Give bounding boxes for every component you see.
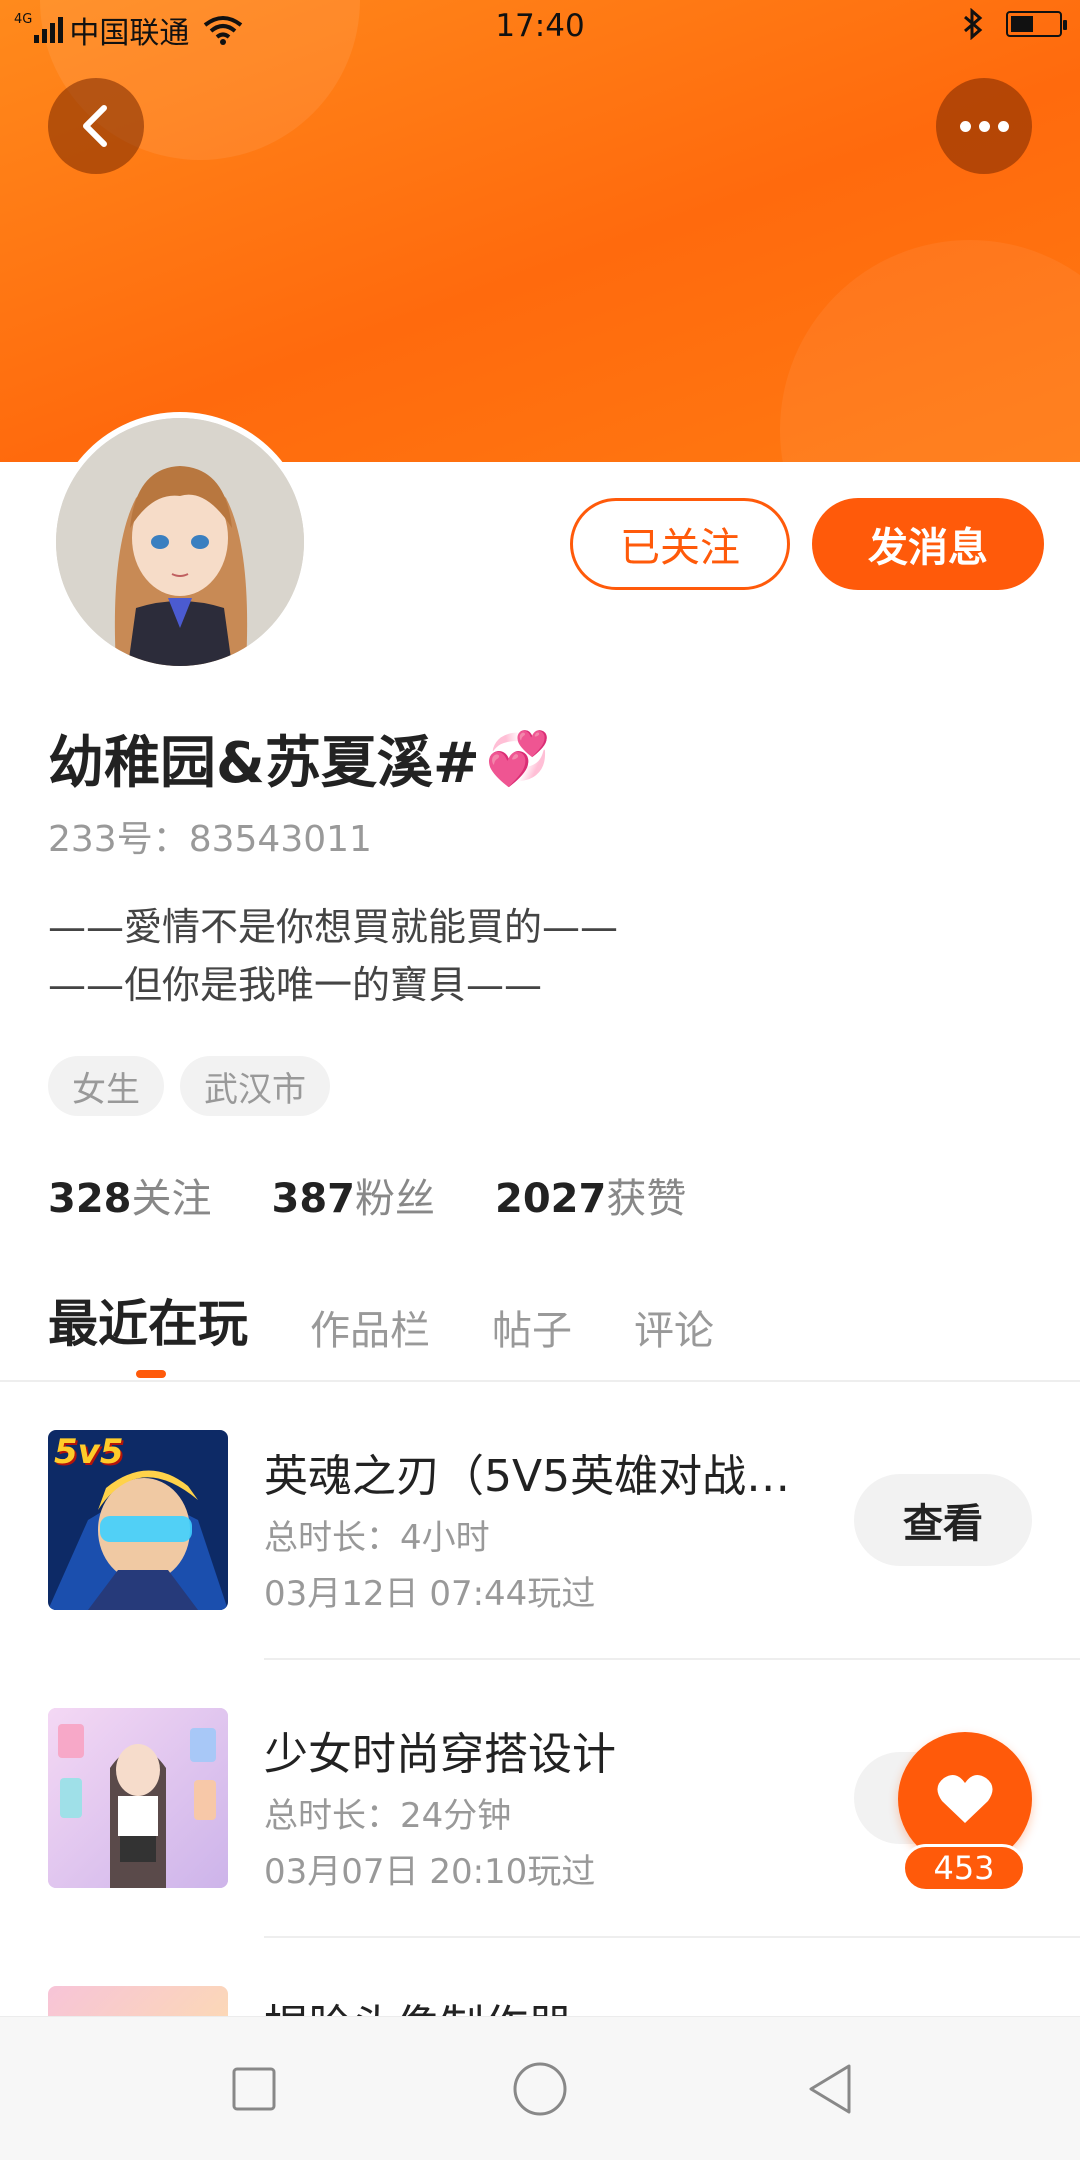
- like-count: 453: [902, 1844, 1026, 1892]
- stat-fans[interactable]: 387粉丝: [272, 1166, 436, 1224]
- status-time: 17:40: [495, 8, 585, 44]
- circle-icon: [513, 2062, 567, 2116]
- profile-tabs: 最近在玩 作品栏 帖子 评论: [48, 1284, 714, 1356]
- game-last-played: 03月07日 20:10玩过: [264, 1852, 596, 1892]
- recent-apps-button[interactable]: [222, 2057, 286, 2121]
- stats-row: 328关注 387粉丝 2027获赞: [48, 1166, 686, 1224]
- tab-works[interactable]: 作品栏: [310, 1298, 430, 1356]
- status-bar: 4G 中国联通 17:40: [0, 0, 1080, 56]
- game-title: 英魂之刃（5V5英雄对战…: [264, 1451, 791, 1502]
- back-nav-button[interactable]: [798, 2057, 862, 2121]
- avatar-image: [56, 418, 304, 666]
- game-duration: 总时长：24分钟: [264, 1796, 512, 1836]
- stat-following[interactable]: 328关注: [48, 1166, 212, 1224]
- avatar[interactable]: [50, 412, 310, 672]
- heart-emoji-icon: 💞: [485, 729, 551, 789]
- bio-line: ——愛情不是你想買就能買的——: [48, 905, 619, 949]
- game-thumbnail: 5v5: [48, 1430, 228, 1610]
- profile-banner: [0, 0, 1080, 462]
- more-button[interactable]: [936, 78, 1032, 174]
- tab-indicator: [136, 1370, 166, 1378]
- game-thumbnail: [48, 1708, 228, 1888]
- bluetooth-icon: [964, 8, 983, 40]
- more-dots-icon: [959, 120, 1009, 132]
- square-icon: [232, 2067, 276, 2111]
- home-button[interactable]: [508, 2057, 572, 2121]
- stat-label: 获赞: [606, 1176, 687, 1222]
- game-duration: 总时长：4小时: [264, 1518, 490, 1558]
- game-row[interactable]: 捏脸头像制作器: [48, 1986, 1048, 2016]
- game-thumbnail: [48, 1986, 228, 2016]
- triangle-back-icon: [809, 2064, 851, 2114]
- nickname-text: 幼稚园&苏夏溪#: [48, 731, 480, 796]
- game-row[interactable]: 5v5 英魂之刃（5V5英雄对战… 总时长：4小时 03月12日 07:44玩过…: [48, 1430, 1048, 1630]
- stat-likes: 2027获赞: [495, 1166, 686, 1224]
- status-right: [962, 8, 1067, 40]
- banner-decoration: [780, 240, 1080, 462]
- tab-comments[interactable]: 评论: [634, 1298, 714, 1356]
- chevron-left-icon: [83, 105, 107, 147]
- stat-value: 2027: [495, 1176, 607, 1222]
- send-message-button[interactable]: 发消息: [812, 498, 1044, 590]
- system-nav-bar: [0, 2016, 1080, 2160]
- bio: ——愛情不是你想買就能買的—— ——但你是我唯一的寶貝——: [48, 898, 618, 1014]
- user-id: 233号：83543011: [48, 819, 372, 860]
- tab-recently-played[interactable]: 最近在玩: [48, 1284, 248, 1356]
- bio-line: ——但你是我唯一的寶貝——: [48, 963, 543, 1007]
- gender-tag: 女生: [48, 1056, 164, 1116]
- battery-icon: [1006, 11, 1067, 37]
- stat-value: 387: [271, 1176, 356, 1222]
- game-last-played: 03月12日 07:44玩过: [264, 1574, 596, 1614]
- game-title: 少女时尚穿搭设计: [264, 1729, 616, 1780]
- followed-button[interactable]: 已关注: [570, 498, 790, 590]
- location-tag: 武汉市: [180, 1056, 330, 1116]
- divider: [264, 1936, 1080, 1938]
- game-badge: 5v5: [54, 1432, 124, 1472]
- view-button[interactable]: 查看: [854, 1474, 1032, 1566]
- back-button[interactable]: [48, 78, 144, 174]
- divider: [264, 1658, 1080, 1660]
- stat-label: 粉丝: [355, 1176, 435, 1222]
- nickname: 幼稚园&苏夏溪# 💞: [48, 718, 551, 799]
- tab-posts[interactable]: 帖子: [492, 1298, 572, 1356]
- game-title: 捏脸头像制作器: [264, 1990, 572, 2016]
- heart-icon: [937, 1774, 993, 1823]
- stat-value: 328: [48, 1176, 132, 1222]
- divider: [0, 1380, 1080, 1382]
- profile-tags: 女生 武汉市: [48, 1056, 330, 1116]
- stat-label: 关注: [131, 1176, 212, 1222]
